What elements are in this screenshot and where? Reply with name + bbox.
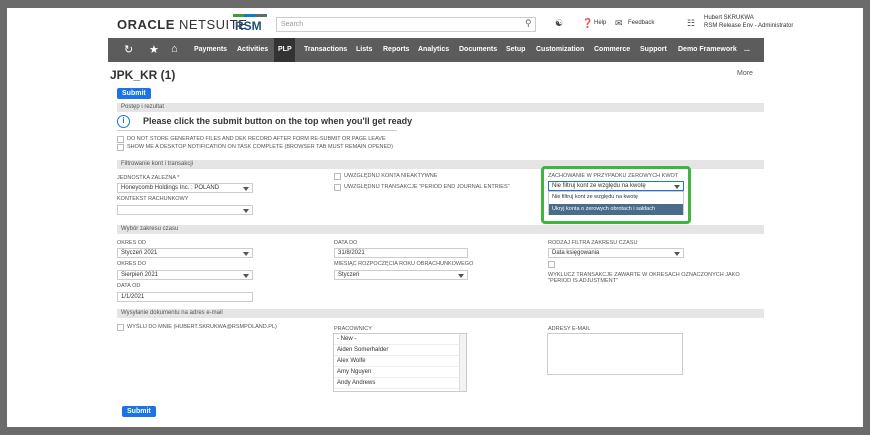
label-period-end-journals: UWZGLĘDNIJ TRANSAKCJE "PERIOD END JOURNA… — [344, 184, 510, 190]
submit-button-top[interactable]: Submit — [117, 88, 151, 99]
select-fiscal-year-start[interactable]: Styczeń — [334, 270, 468, 280]
label-period-to: OKRES DO — [117, 261, 147, 267]
listbox-scrollbar[interactable] — [459, 334, 466, 391]
label-accounting-context: KONTEKST RACHUNKOWY — [117, 196, 189, 202]
help-icon[interactable]: ❓ — [582, 18, 593, 29]
section-email: Wysyłanie dokumentu na adres e-mail — [117, 309, 764, 318]
list-item[interactable]: Aiden Somerhalder — [334, 345, 459, 356]
nav-transactions[interactable]: Transactions — [304, 46, 347, 53]
chevron-down-icon — [243, 252, 249, 256]
label-employees: PRACOWNICY — [334, 326, 372, 332]
global-search-input[interactable]: Search — [276, 17, 536, 32]
chevron-down-icon — [243, 274, 249, 278]
label-date-to: DATA DO — [334, 240, 358, 246]
chevron-down-icon — [243, 187, 249, 191]
rsm-logo: RSM — [231, 14, 269, 34]
main-navigation: ↻ ★ ⌂ Payments Activities PLP Transactio… — [108, 38, 764, 62]
nav-payments[interactable]: Payments — [194, 46, 227, 53]
oracle-netsuite-logo[interactable]: ORACLE NETSUITE — [117, 17, 247, 32]
input-date-from[interactable]: 1/1/2021 — [117, 292, 253, 302]
checkbox-exclude-adjustment[interactable] — [548, 261, 555, 268]
nav-lists[interactable]: Lists — [356, 46, 372, 53]
list-item[interactable]: - New - — [334, 334, 459, 345]
app-window: ORACLE NETSUITE RSM Search ⚲ ☯ ❓ Help ✉ … — [7, 8, 863, 427]
feedback-icon[interactable]: ✉ — [615, 18, 623, 29]
nav-setup[interactable]: Setup — [506, 46, 525, 53]
page-title: JPK_KR (1) — [110, 68, 176, 82]
nav-activities[interactable]: Activities — [237, 46, 268, 53]
select-subsidiary[interactable]: Honeycomb Holdings Inc. : POLAND — [117, 183, 253, 193]
select-accounting-context[interactable] — [117, 205, 253, 215]
user-name: Hubert SKRUKWA — [704, 15, 754, 21]
textarea-email-addresses[interactable] — [547, 333, 683, 375]
list-item[interactable]: Andy Andrews — [334, 378, 459, 389]
option-no-filter[interactable]: Nie filtruj kont ze względu na kwotę — [549, 192, 683, 203]
chevron-down-icon — [674, 185, 680, 189]
label-zero-amounts: ZACHOWANIE W PRZYPADKU ZEROWYCH KWOT — [548, 173, 679, 179]
nav-analytics[interactable]: Analytics — [418, 46, 449, 53]
favorites-star-icon[interactable]: ★ — [149, 43, 159, 56]
nav-demo-framework[interactable]: Demo Framework — [678, 46, 737, 53]
checkbox-send-to-me[interactable] — [117, 324, 124, 331]
info-icon: i — [117, 115, 130, 128]
select-filter-type[interactable]: Data księgowania — [548, 248, 684, 258]
select-period-from[interactable]: Styczeń 2021 — [117, 248, 253, 258]
nav-reports[interactable]: Reports — [383, 46, 409, 53]
nav-commerce[interactable]: Commerce — [594, 46, 630, 53]
recent-icon[interactable]: ↻ — [124, 43, 133, 56]
zero-amounts-dropdown: Nie filtruj kont ze względu na kwotę Ukr… — [548, 191, 684, 215]
nav-plp[interactable]: PLP — [278, 46, 292, 53]
employees-listbox[interactable]: - New - Aiden Somerhalder Alex Wolfe Amy… — [333, 333, 467, 392]
section-progress: Postęp i rezultat — [117, 103, 764, 112]
nav-support[interactable]: Support — [640, 46, 667, 53]
checkbox-inactive-accounts[interactable] — [334, 173, 341, 180]
label-filter-type: RODZAJ FILTRA ZAKRESU CZASU — [548, 240, 638, 246]
label-exclude-adjustment: WYKLUCZ TRANSAKCJE ZAWARTE W OKRESACH OZ… — [548, 272, 740, 284]
help-link[interactable]: Help — [594, 20, 606, 26]
label-fiscal-year-start: MIESIĄC ROZPOCZĘCIA ROKU OBRACHUNKOWEGO — [334, 261, 474, 267]
label-date-from: DATA OD — [117, 283, 141, 289]
rsm-logo-bars — [233, 14, 267, 17]
search-icon[interactable]: ⚲ — [525, 18, 532, 29]
feedback-link[interactable]: Feedback — [628, 20, 654, 26]
chevron-down-icon — [674, 252, 680, 256]
label-subsidiary: JEDNOSTKA ZALEŻNA * — [117, 175, 180, 181]
user-role: RSM Release Env - Administrator — [704, 23, 794, 29]
label-email-addresses: ADRESY E-MAIL — [548, 326, 591, 332]
role-icon[interactable]: ☷ — [687, 18, 695, 29]
home-icon[interactable]: ⌂ — [171, 43, 178, 55]
list-item[interactable]: Alex Wolfe — [334, 356, 459, 367]
label-period-from: OKRES OD — [117, 240, 147, 246]
select-zero-amounts[interactable]: Nie filtruj kont ze względu na kwotę — [548, 181, 684, 191]
checkbox-period-end-journals[interactable] — [334, 184, 341, 191]
checkbox-do-not-store[interactable] — [117, 136, 124, 143]
chevron-down-icon — [458, 274, 464, 278]
recent-records-icon[interactable]: ☯ — [555, 18, 563, 29]
user-menu[interactable]: Hubert SKRUKWA RSM Release Env - Adminis… — [704, 14, 793, 30]
top-bar: ORACLE NETSUITE RSM Search ⚲ ☯ ❓ Help ✉ … — [7, 8, 863, 38]
label-inactive-accounts: UWZGLĘDNIJ KONTA NIEAKTYWNE — [344, 173, 438, 179]
select-period-to[interactable]: Sierpień 2021 — [117, 270, 253, 280]
divider — [117, 130, 397, 131]
label-send-to-me: WYŚLIJ DO MNIE (HUBERT.SKRUKWA@RSMPOLAND… — [127, 324, 277, 330]
label-desktop-notification: SHOW ME A DESKTOP NOTIFICATION ON TASK C… — [127, 144, 393, 150]
option-hide-zero[interactable]: Ukryj konta o zerowych obrotach i saldac… — [549, 204, 683, 215]
more-link[interactable]: More — [737, 70, 753, 77]
chevron-down-icon — [243, 209, 249, 213]
nav-documents[interactable]: Documents — [459, 46, 497, 53]
nav-more[interactable]: ... — [744, 46, 750, 53]
label-do-not-store: DO NOT STORE GENERATED FILES AND DEK REC… — [127, 136, 386, 142]
list-item[interactable]: Amy Nguyen — [334, 367, 459, 378]
submit-button-bottom[interactable]: Submit — [122, 406, 156, 417]
section-period: Wybór zakresu czasu — [117, 225, 764, 234]
checkbox-desktop-notification[interactable] — [117, 144, 124, 151]
nav-customization[interactable]: Customization — [536, 46, 584, 53]
input-date-to[interactable]: 31/8/2021 — [334, 248, 468, 258]
